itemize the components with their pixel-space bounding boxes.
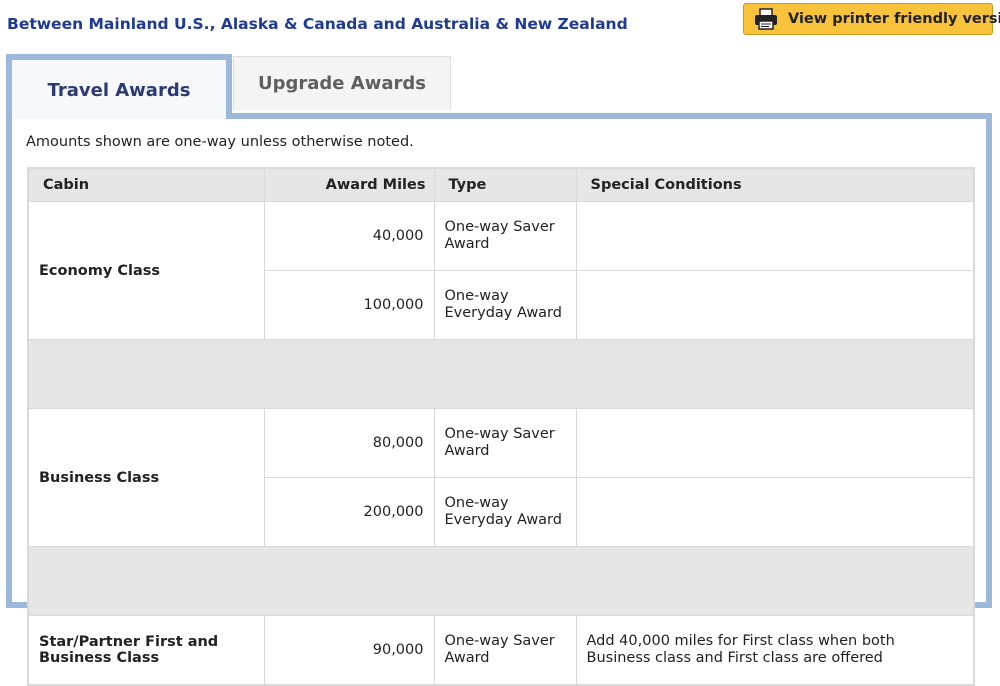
conditions-cell bbox=[575, 201, 975, 271]
conditions-cell bbox=[575, 270, 975, 340]
type-cell: One-way Everyday Award bbox=[433, 477, 577, 547]
table-row: Business Class 80,000 One-way Saver Awar… bbox=[27, 408, 975, 547]
type-cell: One-way Everyday Award bbox=[433, 270, 577, 340]
miles-cell: 40,000 bbox=[263, 201, 435, 271]
printer-icon bbox=[754, 8, 778, 30]
cabin-cell: Economy Class bbox=[27, 201, 265, 340]
header-award-miles: Award Miles bbox=[263, 167, 435, 202]
page-title: Between Mainland U.S., Alaska & Canada a… bbox=[7, 15, 628, 33]
cabin-cell: Business Class bbox=[27, 408, 265, 547]
type-cell: One-way Saver Award bbox=[433, 408, 577, 478]
header-type: Type bbox=[433, 167, 577, 202]
conditions-cell bbox=[575, 408, 975, 478]
tab-upgrade-awards[interactable]: Upgrade Awards bbox=[233, 56, 451, 110]
type-cell: One-way Saver Award bbox=[433, 201, 577, 271]
header-special-conditions: Special Conditions bbox=[575, 167, 975, 202]
group-separator bbox=[28, 339, 974, 409]
tab-travel-awards[interactable]: Travel Awards bbox=[6, 54, 232, 119]
miles-cell: 200,000 bbox=[263, 477, 435, 547]
miles-cell: 80,000 bbox=[263, 408, 435, 478]
print-button[interactable]: View printer friendly version bbox=[743, 3, 1000, 35]
header-cabin: Cabin bbox=[27, 167, 265, 202]
print-button-label: View printer friendly version bbox=[788, 11, 1000, 27]
table-header-row: Cabin Award Miles Type Special Condition… bbox=[27, 167, 975, 202]
type-cell: One-way Saver Award bbox=[433, 615, 577, 686]
awards-table: Cabin Award Miles Type Special Condition… bbox=[27, 167, 975, 686]
cabin-cell: Star/Partner First and Business Class bbox=[27, 615, 265, 686]
miles-cell: 100,000 bbox=[263, 270, 435, 340]
conditions-cell: Add 40,000 miles for First class when bo… bbox=[575, 615, 975, 686]
miles-cell: 90,000 bbox=[263, 615, 435, 686]
one-way-note: Amounts shown are one-way unless otherwi… bbox=[26, 134, 414, 150]
table-row: Star/Partner First and Business Class 90… bbox=[27, 615, 975, 686]
table-row: Economy Class 40,000 One-way Saver Award bbox=[27, 201, 975, 340]
conditions-cell bbox=[575, 477, 975, 547]
group-separator bbox=[28, 546, 974, 616]
